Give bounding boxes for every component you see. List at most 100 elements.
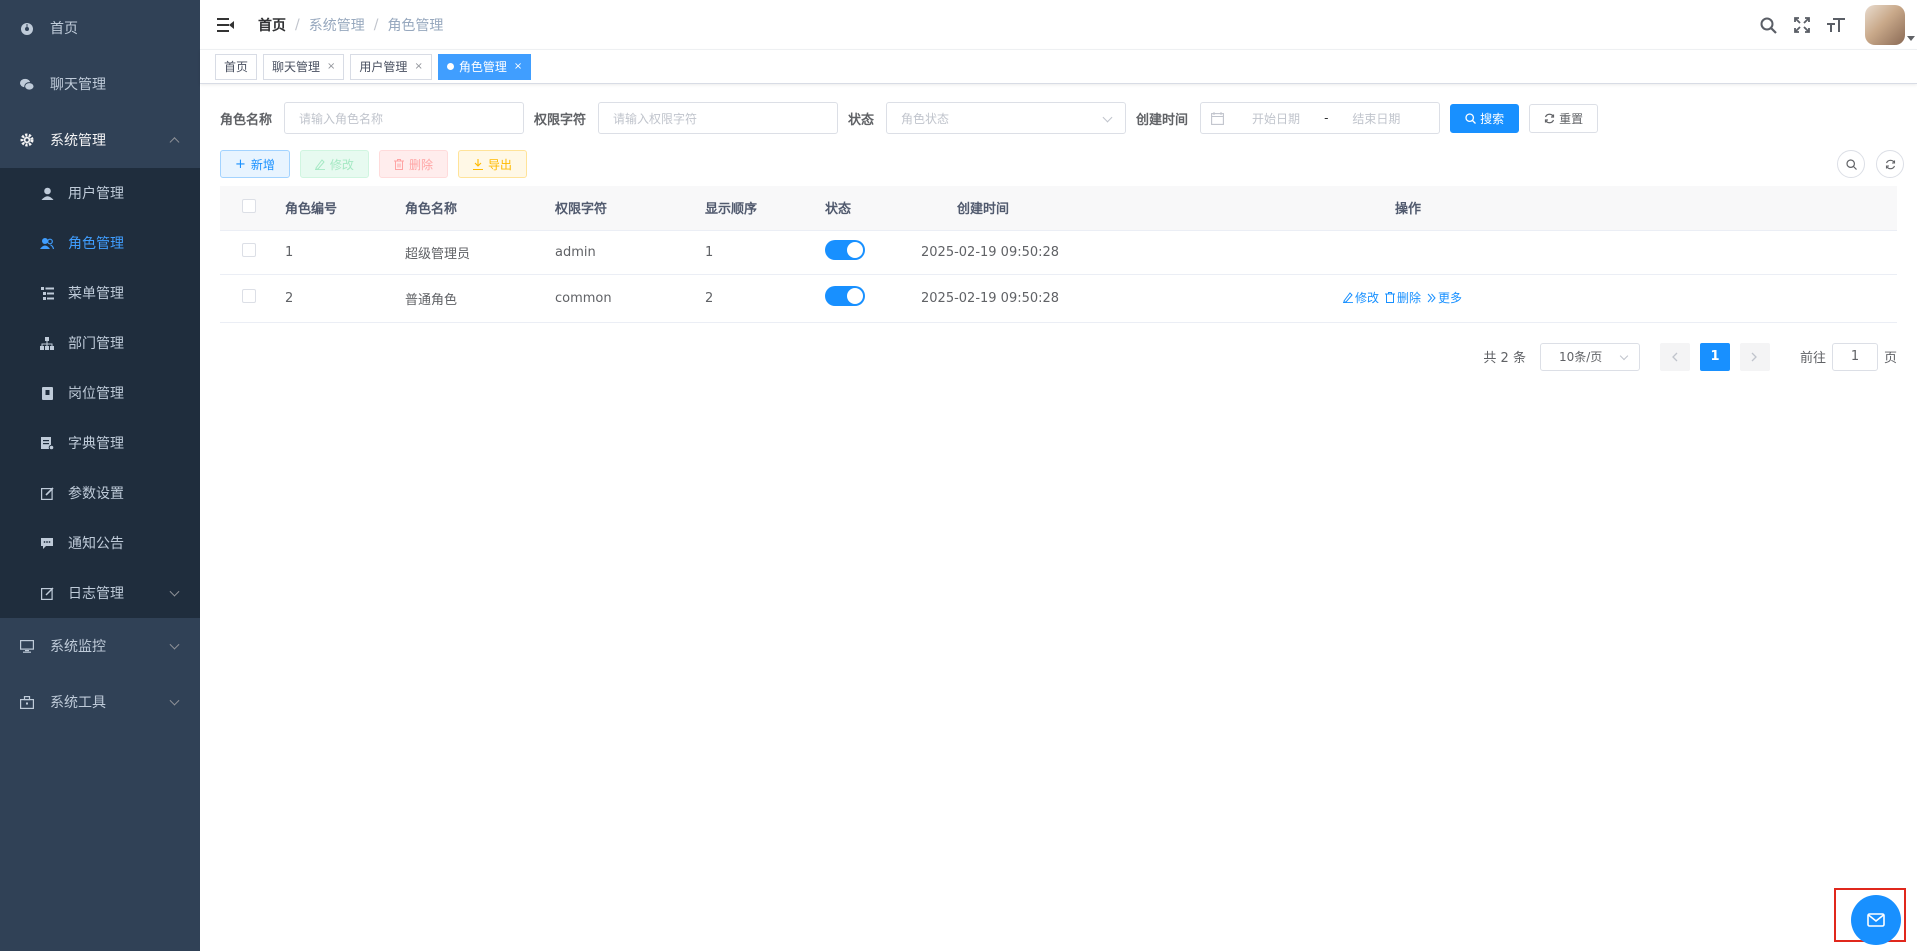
calendar-icon [1211,111,1225,125]
pagination-total: 共 2 条 [1483,351,1526,366]
cell-create-time: 2025-02-19 09:50:28 [915,230,1395,275]
cell-actions [1395,230,1897,275]
row-checkbox[interactable] [242,243,256,257]
sidebar-item-home[interactable]: 首页 [0,0,200,56]
status-switch[interactable] [825,286,865,306]
prev-page-button[interactable] [1659,342,1690,371]
fullscreen-icon[interactable] [1791,14,1813,36]
search-form: 角色名称 请输入角色名称 权限字符 请输入权限字符 状态 角色状态 创建时间 开… [220,102,1897,134]
sidebar-item-menu[interactable]: 菜单管理 [0,268,200,318]
start-date-placeholder[interactable]: 开始日期 [1238,110,1314,127]
search-icon[interactable] [1757,14,1779,36]
breadcrumb-item-home[interactable]: 首页 [258,15,286,35]
tree-icon [40,336,54,350]
cell-role-name: 超级管理员 [405,230,555,275]
tag-home[interactable]: 首页 [215,53,258,80]
export-button[interactable]: 导出 [457,150,527,178]
column-header: 操作 [1395,186,1897,231]
cell-role-key: admin [555,230,705,275]
pagination: 共 2 条 10条/页 1 前往 1 页 [220,342,1897,371]
search-button[interactable]: 搜索 [1450,103,1520,133]
sidebar-item-label: 通知公告 [68,536,124,552]
tree-table-icon [40,286,54,300]
edit-icon [314,158,325,170]
sidebar-item-role[interactable]: 角色管理 [0,218,200,268]
main-container: 首页 / 系统管理 / 角色管理 首页 聊天管理 × 用户管理 × 角色管理 ×… [200,0,1917,951]
tag-role[interactable]: 角色管理 × [437,53,532,80]
plus-icon: + [235,156,246,172]
goto-page-input[interactable]: 1 [1831,342,1878,371]
role-key-label: 权限字符 [534,112,587,128]
download-icon [472,158,483,170]
edit-button-label: 修改 [329,157,354,172]
gear-icon [20,133,34,147]
status-switch[interactable] [825,240,865,260]
page-size-select[interactable]: 10条/页 [1539,342,1640,371]
monitor-icon [20,639,34,653]
sidebar-item-post[interactable]: 岗位管理 [0,368,200,418]
chevron-down-icon [1619,351,1629,360]
row-checkbox[interactable] [242,289,256,303]
select-all-checkbox[interactable] [242,198,256,213]
page-number-current[interactable]: 1 [1699,342,1730,371]
sidebar-item-config[interactable]: 参数设置 [0,468,200,518]
next-page-button[interactable] [1739,342,1770,371]
search-button-label: 搜索 [1480,111,1505,126]
breadcrumb: 首页 / 系统管理 / 角色管理 [258,15,443,35]
sidebar-item-tool[interactable]: 系统工具 [0,674,200,730]
end-date-placeholder[interactable]: 结束日期 [1338,110,1414,127]
sidebar-item-label: 系统工具 [50,695,106,711]
message-float-button[interactable] [1851,895,1901,945]
sidebar-item-system[interactable]: 系统管理 [0,112,200,168]
sidebar-item-user[interactable]: 用户管理 [0,168,200,218]
cell-sort: 2 [705,274,825,323]
toggle-search-button[interactable] [1837,150,1865,178]
sidebar-item-chat[interactable]: 聊天管理 [0,56,200,112]
edit-button[interactable]: 修改 [299,150,369,178]
page-size-value: 10条/页 [1558,350,1603,364]
role-key-input[interactable]: 请输入权限字符 [598,102,839,134]
add-button-label: 新增 [250,157,275,172]
tags-view: 首页 聊天管理 × 用户管理 × 角色管理 × [200,50,1917,84]
sidebar-item-dept[interactable]: 部门管理 [0,318,200,368]
row-delete-link[interactable]: 删除 [1397,289,1421,306]
close-icon[interactable]: × [514,61,522,72]
row-edit-link[interactable]: 修改 [1355,289,1379,306]
message-icon [40,536,54,550]
navbar: 首页 / 系统管理 / 角色管理 [200,0,1917,50]
role-name-input[interactable]: 请输入角色名称 [284,102,525,134]
sidebar-item-label: 系统监控 [50,639,106,655]
sidebar-item-label: 字典管理 [68,436,124,452]
avatar[interactable] [1865,5,1915,45]
page-unit-label: 页 [1883,351,1897,366]
row-more-dropdown[interactable]: 更多 [1438,289,1462,306]
tag-user[interactable]: 用户管理 × [350,53,432,80]
dict-icon [40,436,54,450]
toolbar: + 新增 修改 删除 导出 [220,150,1904,178]
cell-create-time: 2025-02-19 09:50:28 [915,274,1395,323]
select-all-checkbox-cell [220,186,285,231]
active-dot-icon [446,63,454,70]
log-icon [40,586,54,600]
sidebar-item-notice[interactable]: 通知公告 [0,518,200,568]
sidebar-item-log[interactable]: 日志管理 [0,568,200,618]
delete-button[interactable]: 删除 [378,150,448,178]
reset-button[interactable]: 重置 [1529,103,1599,133]
chevron-down-icon [169,639,180,650]
sidebar-item-monitor[interactable]: 系统监控 [0,618,200,674]
hamburger-icon[interactable] [217,17,234,32]
reset-button-label: 重置 [1559,111,1584,126]
sidebar-item-label: 菜单管理 [68,286,124,302]
tag-chat[interactable]: 聊天管理 × [263,53,345,80]
close-icon[interactable]: × [327,61,335,72]
add-button[interactable]: + 新增 [220,150,290,178]
refresh-button[interactable] [1876,150,1904,178]
search-icon [1465,112,1477,124]
sidebar-item-dict[interactable]: 字典管理 [0,418,200,468]
status-select[interactable]: 角色状态 [886,102,1127,134]
date-range-picker[interactable]: 开始日期 - 结束日期 [1200,102,1441,134]
double-arrow-right-icon [1427,293,1436,303]
close-icon[interactable]: × [414,61,422,72]
font-size-icon[interactable] [1825,14,1847,36]
sidebar-item-label: 参数设置 [68,486,124,502]
